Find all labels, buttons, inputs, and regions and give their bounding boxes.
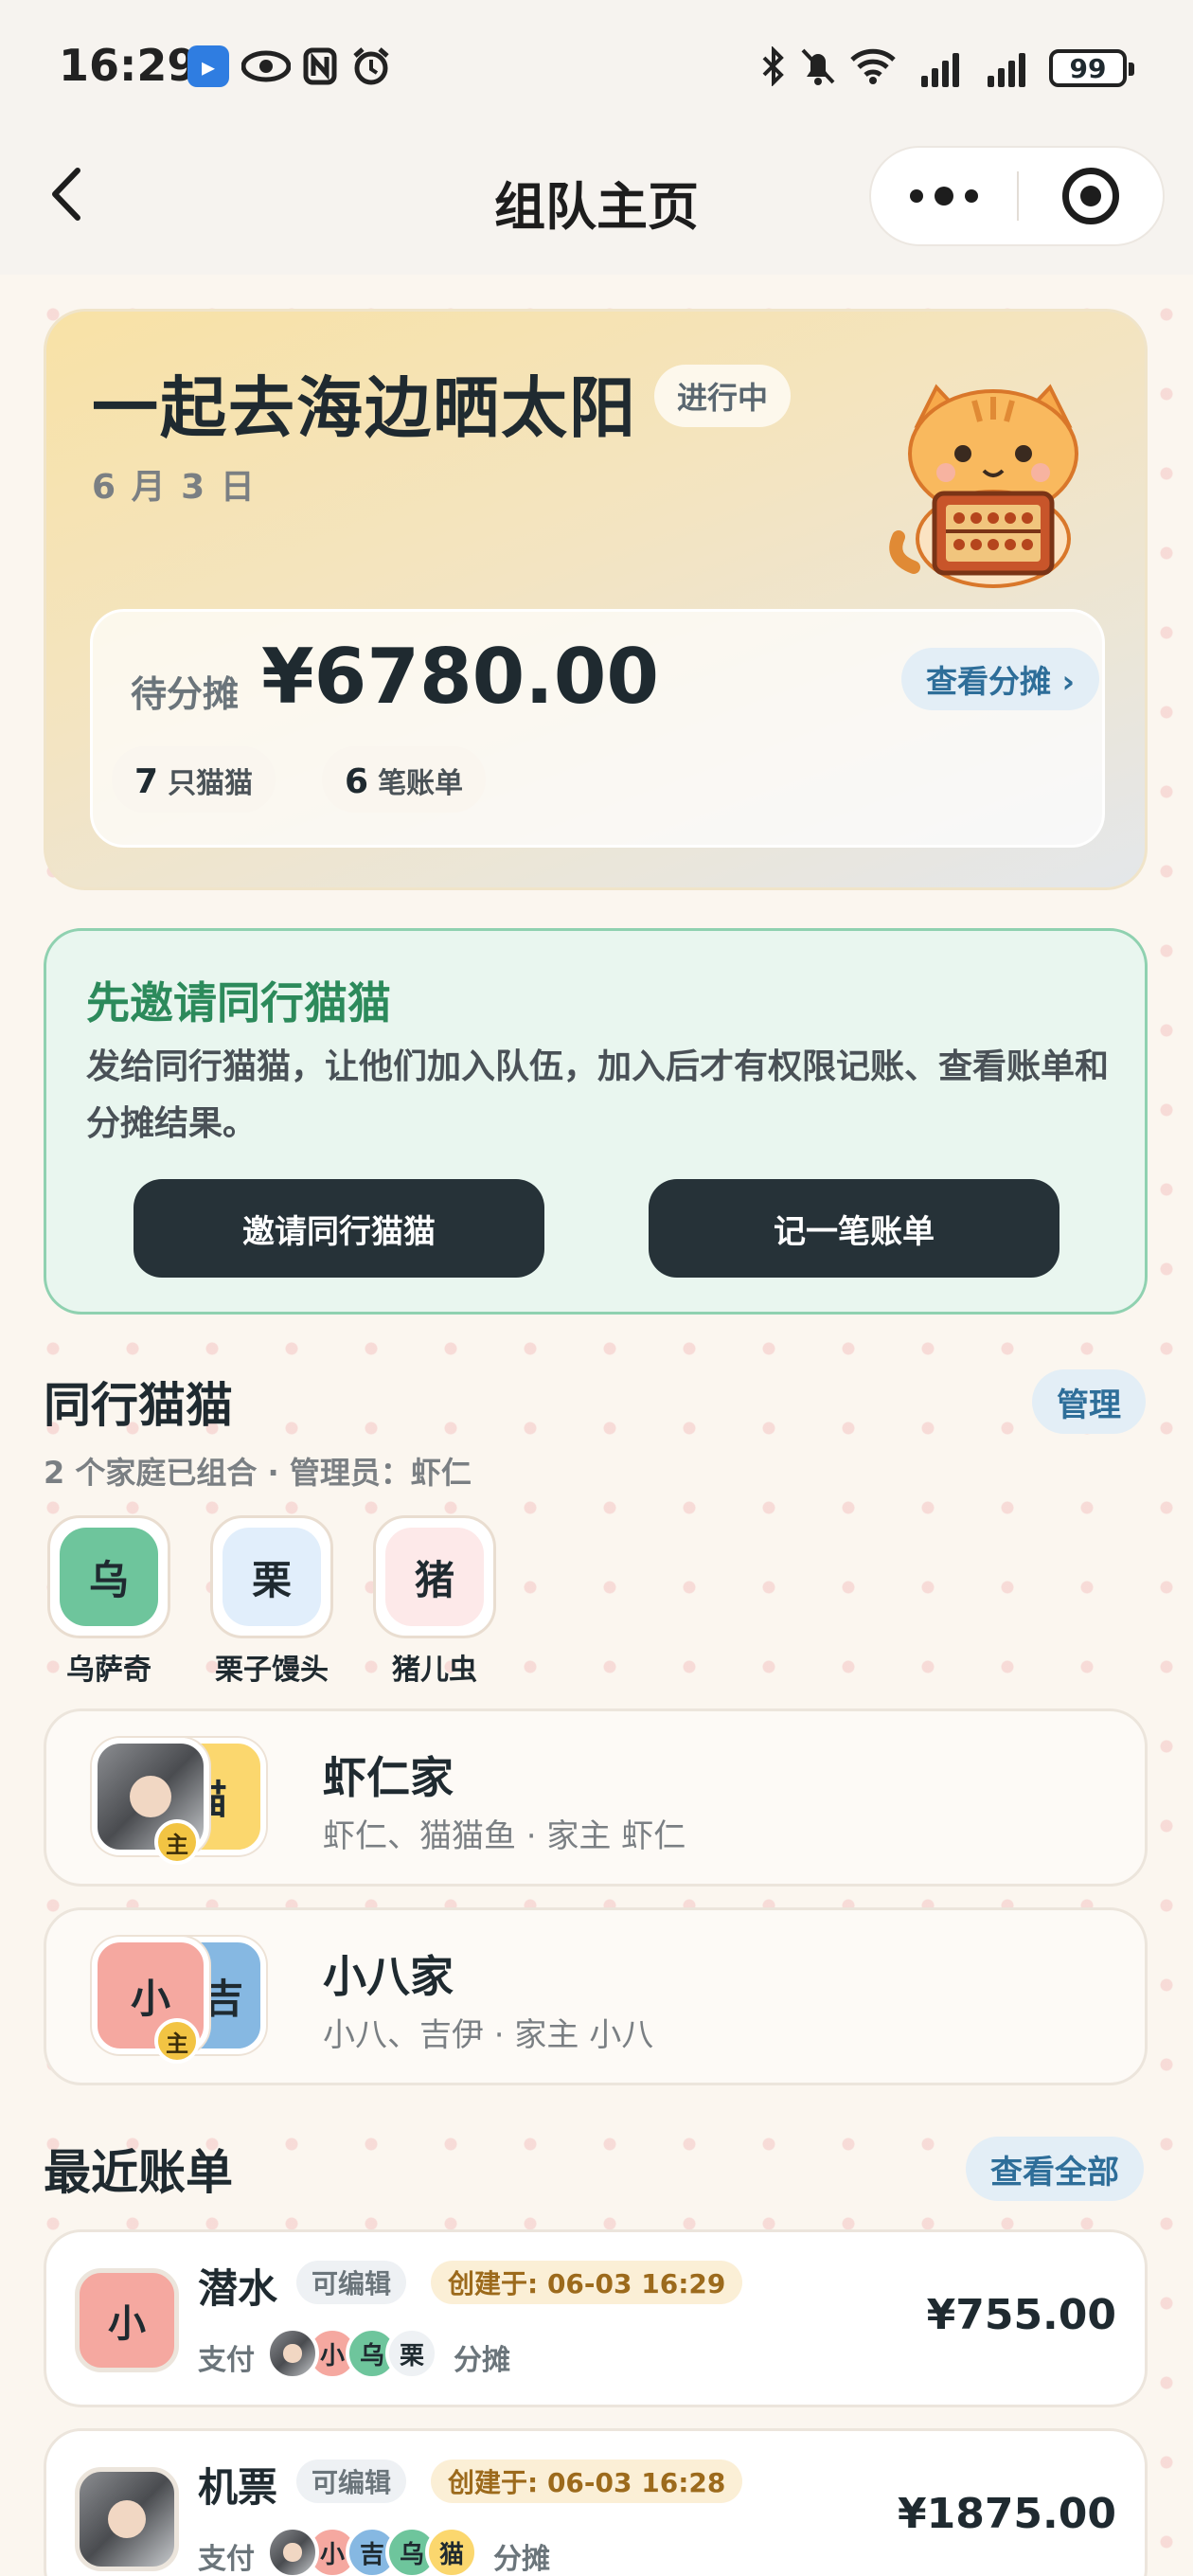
cats-count-label: 只猫猫	[168, 767, 254, 800]
invite-title: 先邀请同行猫猫	[86, 977, 391, 1029]
nfc-icon	[301, 45, 339, 87]
target-icon	[1061, 168, 1119, 224]
trip-date: 6 月 3 日	[92, 468, 257, 507]
host-badge: 主	[154, 2018, 200, 2064]
invite-companions-button[interactable]: 邀请同行猫猫	[134, 1179, 544, 1278]
pending-amount: ¥6780.00	[261, 633, 660, 721]
companions-subtitle: 2 个家庭已组合 · 管理员：虾仁	[44, 1455, 472, 1491]
pending-label: 待分摊	[131, 673, 240, 715]
participant-avatars: 小 乌 栗	[266, 2327, 438, 2384]
family-avatar-stack: 猫 主	[73, 1732, 291, 1865]
bill-row[interactable]: 机票 可编辑 创建于: 06-03 16:28 支付 小 吉 乌 猫 分摊 ¥1…	[44, 2428, 1148, 2576]
more-menu-button[interactable]	[871, 148, 1017, 244]
editable-tag: 可编辑	[296, 2261, 407, 2304]
family-card[interactable]: 吉 小 主 小八家 小八、吉伊 · 家主 小八	[44, 1907, 1148, 2085]
avatar: 乌	[47, 1515, 170, 1638]
member-name: 猪儿虫	[392, 1654, 477, 1687]
status-badge: 进行中	[654, 365, 792, 427]
created-time-tag: 创建于: 06-03 16:29	[431, 2261, 743, 2304]
eye-icon	[240, 45, 292, 87]
app-notification-icon: ▸	[187, 45, 229, 87]
avatar	[266, 2526, 319, 2576]
bills-count-pill: 6 笔账单	[322, 746, 487, 813]
split-summary-panel: 待分摊 ¥6780.00 查看分摊 › 7 只猫猫 6 笔账单	[90, 609, 1105, 848]
avatar: 栗	[210, 1515, 333, 1638]
member-name: 乌萨奇	[66, 1654, 151, 1687]
editable-tag: 可编辑	[296, 2460, 407, 2503]
alarm-icon	[350, 45, 392, 87]
member-item[interactable]: 栗 栗子馒头	[201, 1515, 343, 1688]
bill-title: 潜水	[198, 2265, 278, 2312]
bill-amount: ¥1875.00	[897, 2490, 1116, 2538]
status-bar: 16:29 ▸ 99	[0, 0, 1193, 133]
invite-card: 先邀请同行猫猫 发给同行猫猫，让他们加入队伍，加入后才有权限记账、查看账单和分摊…	[44, 928, 1148, 1315]
cats-count-pill: 7 只猫猫	[112, 746, 276, 813]
invite-description: 发给同行猫猫，让他们加入队伍，加入后才有权限记账、查看账单和分摊结果。	[86, 1047, 1110, 1143]
view-split-button[interactable]: 查看分摊 ›	[901, 648, 1100, 710]
trip-summary-card: 一起去海边晒太阳 进行中 6 月 3 日 待分摊 ¥6780.00 查看分摊 ›	[44, 309, 1148, 890]
family-name: 虾仁家	[323, 1752, 454, 1803]
bluetooth-icon	[757, 45, 790, 87]
view-all-button[interactable]: 查看全部	[966, 2137, 1144, 2201]
pay-label: 支付	[198, 2543, 255, 2576]
recent-bills-title: 最近账单	[44, 2145, 233, 2200]
avatar: 猪	[373, 1515, 496, 1638]
trip-title: 一起去海边晒太阳	[92, 369, 637, 447]
family-name: 小八家	[323, 1951, 454, 2002]
bill-amount: ¥755.00	[926, 2291, 1116, 2339]
bills-count: 6	[345, 762, 369, 801]
avatar	[75, 2467, 179, 2571]
family-desc: 虾仁、猫猫鱼 · 家主 虾仁	[323, 1817, 686, 1855]
avatar	[266, 2327, 319, 2380]
signal-icon-2	[983, 45, 1030, 87]
family-card[interactable]: 猫 主 虾仁家 虾仁、猫猫鱼 · 家主 虾仁	[44, 1708, 1148, 1887]
status-time: 16:29	[59, 40, 198, 91]
bills-count-label: 笔账单	[378, 767, 464, 800]
member-item[interactable]: 猪 猪儿虫	[364, 1515, 506, 1688]
cats-count: 7	[134, 762, 159, 801]
avatar: 猫	[425, 2526, 478, 2576]
avatar: 栗	[385, 2327, 438, 2380]
mute-bell-icon	[797, 45, 839, 87]
close-miniapp-button[interactable]	[1019, 148, 1163, 244]
record-bill-button[interactable]: 记一笔账单	[649, 1179, 1059, 1278]
split-label: 分摊	[493, 2543, 550, 2576]
nav-bar: 组队主页	[0, 133, 1193, 256]
pay-label: 支付	[198, 2344, 255, 2377]
family-desc: 小八、吉伊 · 家主 小八	[323, 2016, 654, 2054]
battery-indicator: 99	[1049, 49, 1134, 87]
signal-icon-1	[917, 45, 964, 87]
companions-section-title: 同行猫猫	[44, 1378, 233, 1433]
miniapp-capsule	[869, 146, 1165, 246]
member-name: 栗子馒头	[215, 1654, 329, 1687]
family-avatar-stack: 吉 小 主	[73, 1931, 291, 2064]
participant-avatars: 小 吉 乌 猫	[266, 2526, 478, 2576]
host-badge: 主	[154, 1819, 200, 1865]
manage-button[interactable]: 管理	[1032, 1369, 1146, 1434]
member-item[interactable]: 乌 乌萨奇	[38, 1515, 180, 1688]
bill-title: 机票	[198, 2464, 278, 2511]
cat-abacus-illustration	[880, 368, 1107, 596]
created-time-tag: 创建于: 06-03 16:28	[431, 2460, 743, 2503]
wifi-icon	[848, 45, 898, 87]
bill-row[interactable]: 小 潜水 可编辑 创建于: 06-03 16:29 支付 小 乌 栗 分摊 ¥7…	[44, 2229, 1148, 2407]
split-label: 分摊	[454, 2344, 510, 2377]
avatar: 小	[75, 2268, 179, 2372]
